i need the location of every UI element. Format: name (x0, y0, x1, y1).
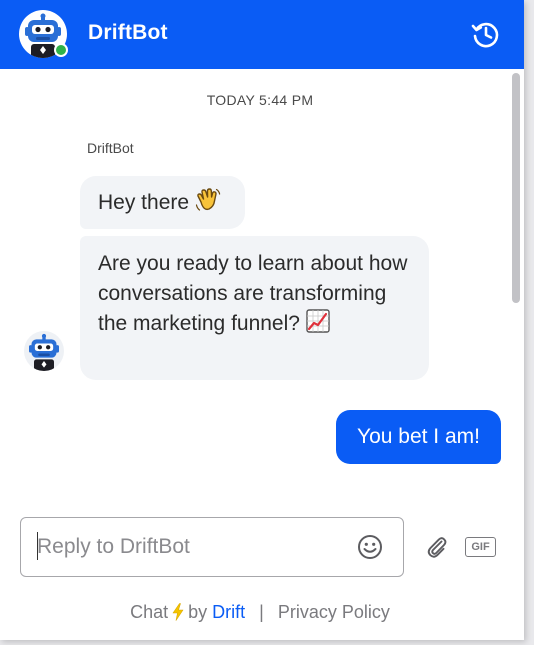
message-sender-name: DriftBot (87, 140, 134, 156)
attach-file-button[interactable] (424, 534, 450, 560)
paperclip-icon (427, 537, 447, 558)
bot-avatar (19, 10, 68, 58)
bot-message-text: Hey there (98, 191, 190, 214)
footer-separator: | (259, 601, 264, 622)
smiley-face-icon (358, 535, 382, 559)
history-button[interactable] (467, 16, 503, 52)
lightning-bolt-icon (172, 603, 184, 621)
bot-message-bubble: Hey there (80, 176, 245, 229)
bot-name-title: DriftBot (88, 21, 168, 44)
chat-header: DriftBot (0, 0, 524, 69)
conversation-timestamp: TODAY 5:44 PM (206, 92, 314, 108)
user-message-text: You bet I am! (357, 425, 480, 448)
chat-widget: DriftBot TODAY 5:44 PM DriftBot Hey ther… (0, 0, 524, 640)
gif-button[interactable]: GIF (465, 537, 496, 557)
gif-icon: GIF (471, 541, 490, 553)
text-cursor (37, 532, 38, 560)
user-message-bubble: You bet I am! (336, 410, 501, 464)
footer-chat-text: Chat (130, 601, 169, 622)
drift-link[interactable]: Drift (212, 602, 245, 623)
footer-by-text: by (188, 601, 208, 622)
waving-hand-emoji-icon (195, 188, 221, 221)
privacy-policy-link[interactable]: Privacy Policy (278, 602, 390, 623)
widget-footer: Chat by Drift | Privacy Policy (0, 600, 520, 624)
reply-input[interactable] (37, 528, 353, 566)
bot-message-avatar (24, 331, 64, 371)
bot-message-text: Are you ready to learn about how convers… (98, 252, 408, 335)
history-clock-icon (471, 22, 499, 48)
message-scrollbar[interactable] (508, 69, 524, 640)
emoji-picker-button[interactable] (356, 533, 384, 561)
robot-icon (29, 333, 59, 371)
bot-message-bubble: Are you ready to learn about how convers… (80, 236, 429, 380)
chart-increasing-emoji-icon (306, 309, 330, 342)
reply-composer[interactable] (20, 517, 404, 577)
online-status-indicator (54, 43, 68, 57)
